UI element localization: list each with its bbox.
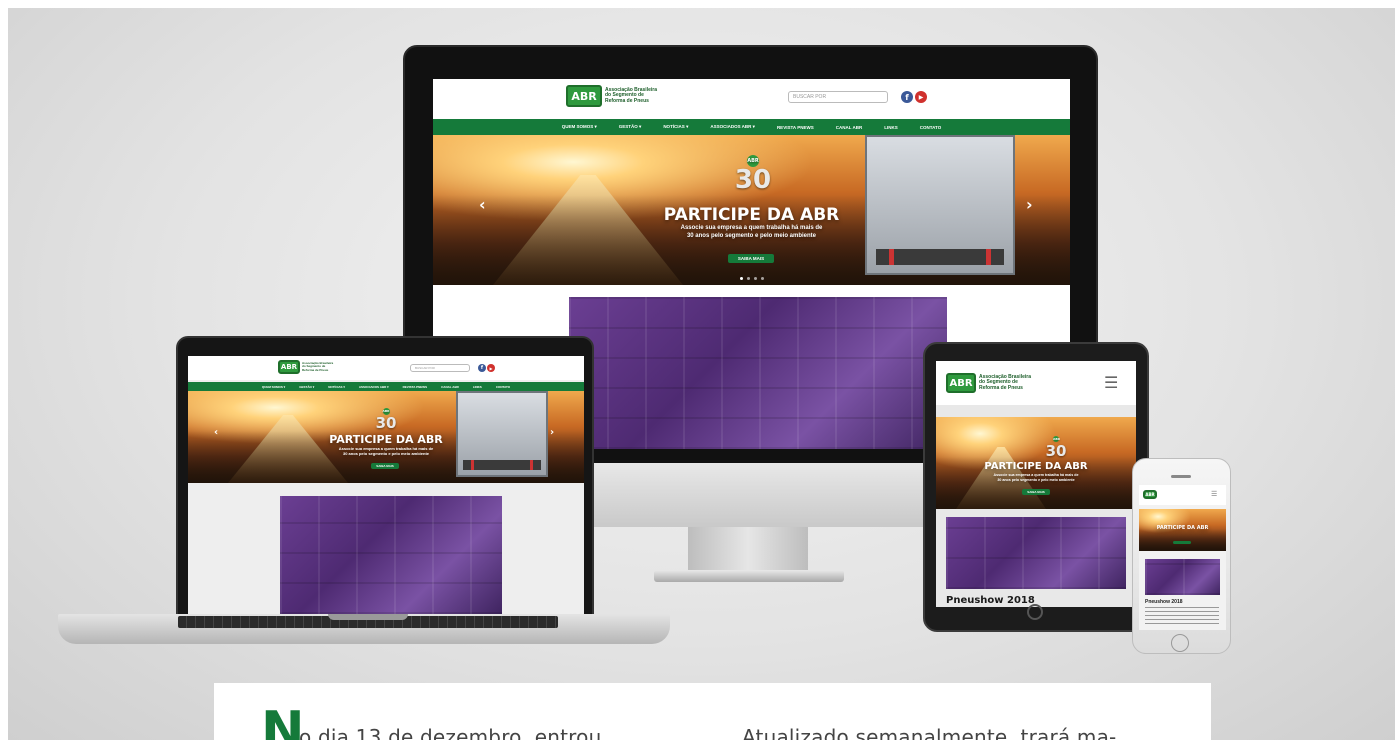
nav-item-links[interactable]: LINKS bbox=[884, 125, 898, 130]
tablet-device: ABR Associação Brasileira do Segmento de… bbox=[923, 342, 1149, 632]
nav-item-revista[interactable]: REVISTA PNEWS bbox=[777, 125, 814, 130]
logo-line: Reforma de Pneus bbox=[605, 97, 649, 104]
event-photo-collage bbox=[569, 297, 947, 449]
30-years-badge: ABR 30 bbox=[375, 408, 397, 432]
nav-item-contato[interactable]: CONTATO bbox=[496, 385, 510, 389]
youtube-icon[interactable]: ▶ bbox=[915, 91, 927, 103]
nav-item-noticias[interactable]: NOTÍCIAS ▾ bbox=[328, 385, 345, 389]
30-years-badge: ABR 30 bbox=[1045, 436, 1067, 460]
nav-item-gestao[interactable]: GESTÃO ▾ bbox=[619, 124, 642, 130]
phone-news-excerpt bbox=[1145, 607, 1219, 625]
site-logo[interactable]: ABR bbox=[1143, 490, 1157, 499]
hero-subtitle: Associe sua empresa a quem trabalha há m… bbox=[680, 225, 823, 231]
article-dropcap: N bbox=[261, 701, 305, 740]
abr-logo-icon: ABR bbox=[566, 85, 602, 107]
site-header: ABR ☰ bbox=[1139, 485, 1226, 505]
facebook-icon[interactable]: f bbox=[478, 364, 486, 372]
nav-item-quem-somos[interactable]: QUEM SOMOS ▾ bbox=[262, 385, 285, 389]
abr-logo-icon: ABR bbox=[946, 373, 976, 393]
saiba-mais-button[interactable] bbox=[1173, 541, 1191, 544]
hero-slider: ABR 30 PARTICIPE DA ABR Associe sua empr… bbox=[936, 417, 1136, 509]
slider-dot[interactable] bbox=[746, 277, 750, 280]
event-photo-collage bbox=[946, 517, 1126, 589]
youtube-icon[interactable]: ▶ bbox=[487, 364, 495, 372]
hero-slider: ABR 30 PARTICIPE DA ABR Associe sua empr… bbox=[433, 135, 1070, 285]
30-years-badge: ABR 30 bbox=[723, 147, 783, 193]
next-slide-arrow[interactable]: › bbox=[550, 427, 554, 438]
event-photo-collage bbox=[280, 496, 502, 614]
hero-subtitle: 30 anos pelo segmento e pelo meio ambien… bbox=[342, 451, 430, 457]
prev-slide-arrow[interactable]: ‹ bbox=[479, 195, 486, 214]
facebook-icon[interactable]: f bbox=[901, 91, 913, 103]
nav-item-noticias[interactable]: NOTÍCIAS ▾ bbox=[663, 124, 688, 130]
hero-title: PARTICIPE DA ABR bbox=[984, 461, 1088, 472]
article-column-2: Atualizado semanalmente, trará ma- bbox=[742, 725, 1117, 740]
prev-slide-arrow[interactable]: ‹ bbox=[214, 427, 218, 438]
mockup-stage: ABR Associação Brasileira do Segmento de… bbox=[8, 8, 1395, 740]
monitor-foot bbox=[654, 570, 844, 582]
site-header: ABR Associação Brasileira do Segmento de… bbox=[433, 79, 1070, 115]
phone-home-button bbox=[1171, 634, 1189, 652]
next-slide-arrow[interactable]: › bbox=[1026, 195, 1033, 214]
hamburger-menu-icon[interactable]: ☰ bbox=[1104, 373, 1118, 392]
slider-dot[interactable] bbox=[739, 277, 743, 280]
phone-speaker bbox=[1171, 475, 1191, 478]
site-logo[interactable]: ABR Associação Brasileira do Segmento de… bbox=[946, 373, 1031, 393]
nav-item-gestao[interactable]: GESTÃO ▾ bbox=[299, 385, 314, 389]
hero-title: PARTICIPE DA ABR bbox=[329, 433, 443, 446]
phone-site: ABR ☰ PARTICIPE DA ABR Pneushow 2018 bbox=[1139, 485, 1226, 630]
hero-subtitle: 30 anos pelo segmento e pelo meio ambien… bbox=[997, 477, 1075, 482]
hero-slider: PARTICIPE DA ABR bbox=[1139, 509, 1226, 551]
article-column-1: o dia 13 de dezembro, entrou bbox=[299, 725, 602, 740]
search-input[interactable]: BUSCAR POR bbox=[788, 91, 888, 103]
laptop-site: ABR Associação Brasileira do Segmento de… bbox=[188, 356, 584, 614]
nav-item-contato[interactable]: CONTATO bbox=[920, 125, 942, 130]
nav-item-links[interactable]: LINKS bbox=[473, 385, 482, 389]
nav-item-canal[interactable]: CANAL ABR bbox=[441, 385, 459, 389]
hero-title: PARTICIPE DA ABR bbox=[663, 205, 840, 225]
nav-item-associados[interactable]: ASSOCIADOS ABR ▾ bbox=[359, 385, 389, 389]
main-nav: QUEM SOMOS ▾ GESTÃO ▾ NOTÍCIAS ▾ ASSOCIA… bbox=[433, 119, 1070, 135]
saiba-mais-button[interactable]: SAIBA MAIS bbox=[371, 463, 399, 469]
phone-device: ABR ☰ PARTICIPE DA ABR Pneushow 2018 bbox=[1132, 458, 1231, 654]
hero-title: PARTICIPE DA ABR bbox=[1156, 525, 1209, 531]
abr-logo-icon: ABR bbox=[1143, 490, 1157, 499]
slider-dot[interactable] bbox=[760, 277, 764, 280]
logo-line: Reforma de Pneus bbox=[302, 367, 329, 372]
saiba-mais-button[interactable]: SAIBA MAIS bbox=[728, 254, 774, 263]
slider-dots bbox=[433, 277, 1070, 280]
nav-item-associados[interactable]: ASSOCIADOS ABR ▾ bbox=[710, 124, 755, 130]
site-header: ABR Associação Brasileira do Segmento de… bbox=[936, 361, 1136, 405]
phone-news-title: Pneushow 2018 bbox=[1145, 599, 1183, 605]
nav-item-quem-somos[interactable]: QUEM SOMOS ▾ bbox=[562, 124, 597, 130]
hero-subtitle: 30 anos pelo segmento e pelo meio ambien… bbox=[686, 232, 817, 239]
tablet-home-button bbox=[1027, 604, 1043, 620]
saiba-mais-button[interactable]: SAIBA MAIS bbox=[1022, 489, 1050, 495]
slider-dot[interactable] bbox=[753, 277, 757, 280]
hero-slider: ABR 30 PARTICIPE DA ABR Associe sua empr… bbox=[188, 391, 584, 483]
search-input[interactable]: BUSCAR POR bbox=[410, 364, 470, 372]
tablet-news-title: Pneushow 2018 bbox=[946, 595, 1035, 606]
abr-logo-icon: ABR bbox=[278, 360, 300, 374]
nav-item-revista[interactable]: REVISTA PNEWS bbox=[403, 385, 428, 389]
monitor-stand bbox=[688, 527, 808, 575]
site-logo[interactable]: ABR Associação Brasileira do Segmento de… bbox=[566, 85, 657, 107]
logo-line: Reforma de Pneus bbox=[979, 384, 1023, 391]
nav-item-canal[interactable]: CANAL ABR bbox=[836, 125, 863, 130]
site-logo[interactable]: ABR Associação Brasileira do Segmento de… bbox=[278, 360, 333, 374]
laptop-screen: ABR Associação Brasileira do Segmento de… bbox=[176, 336, 594, 630]
main-nav: QUEM SOMOS ▾ GESTÃO ▾ NOTÍCIAS ▾ ASSOCIA… bbox=[188, 382, 584, 391]
tablet-site: ABR Associação Brasileira do Segmento de… bbox=[936, 361, 1136, 607]
hamburger-menu-icon[interactable]: ☰ bbox=[1211, 490, 1217, 498]
event-photo-collage bbox=[1145, 559, 1220, 595]
article-card: N o dia 13 de dezembro, entrou Atualizad… bbox=[214, 683, 1211, 740]
site-header: ABR Associação Brasileira do Segmento de… bbox=[188, 356, 584, 380]
